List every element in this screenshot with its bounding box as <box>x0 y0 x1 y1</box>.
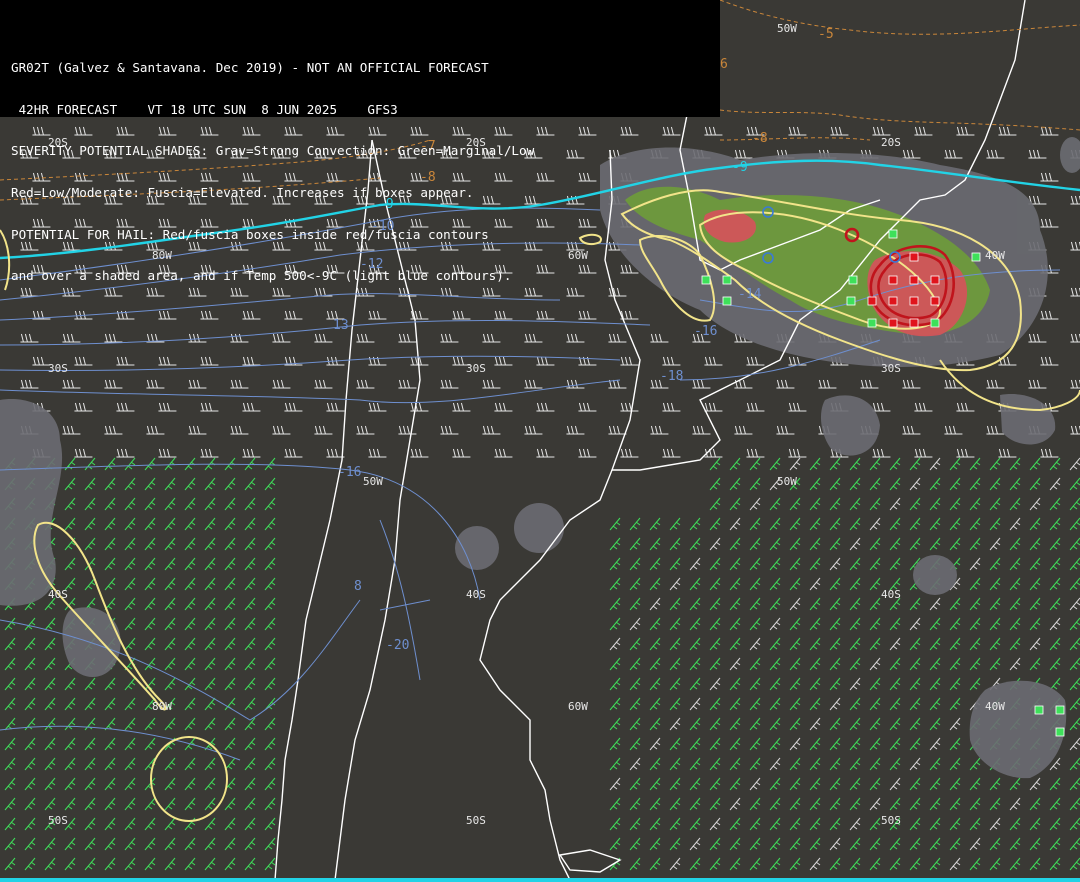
hail-box <box>930 318 940 328</box>
header-severity-legend-1: SEVERITY POTENTIAL SHADES: Grav=Strong C… <box>11 143 535 159</box>
label-minus8-east: -8 <box>752 131 768 146</box>
hail-box <box>846 296 856 306</box>
label-40w-lower: 40W <box>985 700 1005 713</box>
label-30s-west: 30S <box>48 362 68 375</box>
hail-box <box>971 252 981 262</box>
hail-box <box>909 296 919 306</box>
label-30s-east: 30S <box>881 362 901 375</box>
label-50s-west: 50S <box>48 814 68 827</box>
label-minus5: -5 <box>818 27 834 42</box>
label-30s-center: 30S <box>466 362 486 375</box>
label-40s-center: 40S <box>466 588 486 601</box>
hail-box <box>909 318 919 328</box>
hail-box <box>867 296 877 306</box>
header-title: GR02T (Galvez & Santavana. Dec 2019) - N… <box>11 59 489 75</box>
hail-box <box>888 296 898 306</box>
hail-box <box>909 275 919 285</box>
label-80w-lower: 80W <box>152 700 172 713</box>
label-20s-east: 20S <box>881 136 901 149</box>
label-40w-upper: 40W <box>985 249 1005 262</box>
label-50w-top: 50W <box>777 22 797 35</box>
label-minus14: -14 <box>738 287 762 302</box>
hail-box <box>867 318 877 328</box>
hail-box <box>888 275 898 285</box>
label-50w-center: 50W <box>363 475 383 488</box>
label-minus18-east: -18 <box>660 369 683 384</box>
forecast-header: GR02T (Galvez & Santavana. Dec 2019) - N… <box>0 0 720 283</box>
hail-box <box>930 296 940 306</box>
label-8: 8 <box>354 579 362 594</box>
label-40s-west: 40S <box>48 588 68 601</box>
hail-box <box>888 229 898 239</box>
hail-box <box>722 296 732 306</box>
hail-box <box>848 275 858 285</box>
label-minus9-east: -9 <box>732 160 748 175</box>
hail-box <box>1055 705 1065 715</box>
bottom-border <box>0 878 1080 882</box>
hail-box <box>722 275 732 285</box>
label-50s-east: 50S <box>881 814 901 827</box>
hail-box <box>1055 727 1065 737</box>
header-hail-legend-1: POTENTIAL FOR HAIL: Red/fuscia boxes ins… <box>11 226 489 242</box>
header-forecast-time: 42HR FORECAST VT 18 UTC SUN 8 JUN 2025 G… <box>11 101 398 117</box>
label-50s-center: 50S <box>466 814 486 827</box>
label-minus16-west: -16 <box>338 465 361 480</box>
label-60w-lower: 60W <box>568 700 588 713</box>
hail-box <box>888 318 898 328</box>
header-hail-legend-2: and over a shaded area, and if Temp 500<… <box>11 268 512 284</box>
label-13: 13 <box>333 318 349 333</box>
header-severity-legend-2: Red=Low/Moderate: Fuscia=Elevated. Incre… <box>11 184 474 200</box>
hail-box <box>930 275 940 285</box>
hail-box <box>909 252 919 262</box>
label-minus16: -16 <box>694 324 717 339</box>
label-minus20: -20 <box>386 638 409 653</box>
label-70w-mid: 50W <box>777 475 797 488</box>
label-40s-east: 40S <box>881 588 901 601</box>
label-6: 6 <box>720 57 728 72</box>
hail-box <box>1034 705 1044 715</box>
